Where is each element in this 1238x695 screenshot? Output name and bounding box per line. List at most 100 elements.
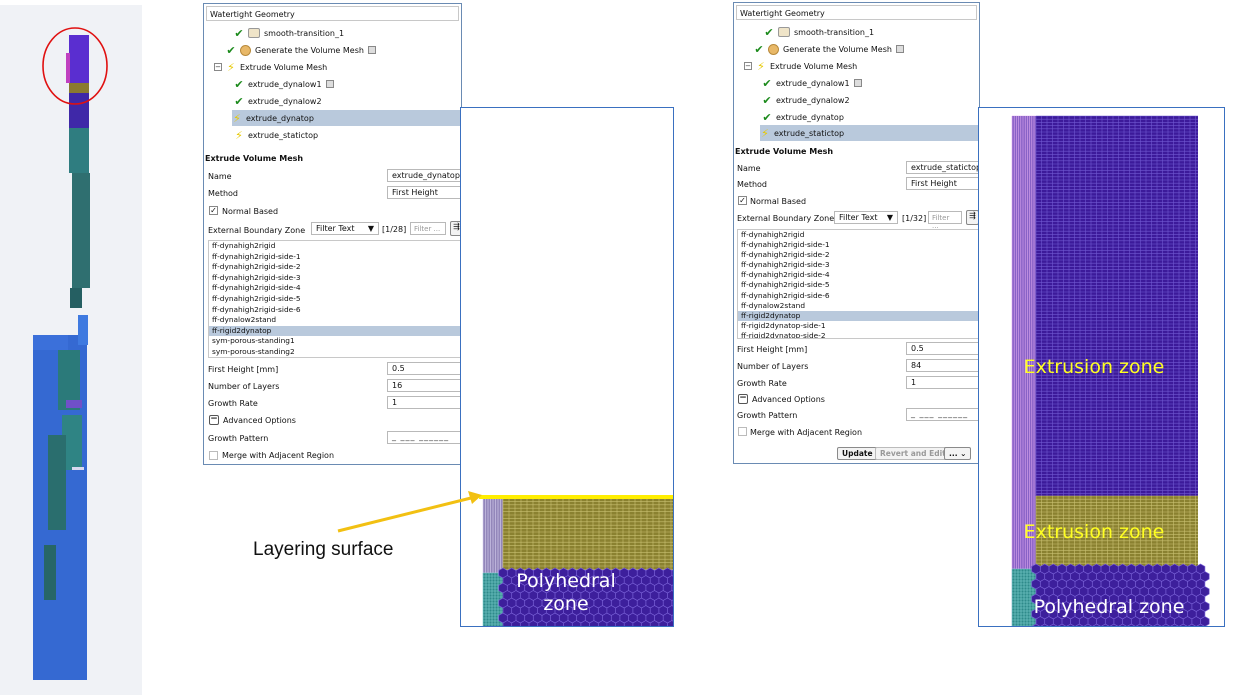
name-field[interactable]: extrude_dynatop <box>387 169 461 182</box>
tree-item-extrude-dynalow1[interactable]: ✔ extrude_dynalow1 <box>762 75 862 91</box>
list-item[interactable]: ff-dynalow2stand <box>738 301 979 311</box>
first-height-label: First Height [mm] <box>737 345 808 354</box>
lightning-icon: ⚡ <box>233 111 241 125</box>
check-icon: ✔ <box>234 77 244 91</box>
list-item[interactable]: ff-rigid2dynatop-side-2 <box>738 331 979 338</box>
save-icon <box>853 79 862 87</box>
check-icon: ✔ <box>762 93 772 107</box>
method-select[interactable]: First Height <box>906 177 979 190</box>
growth-pattern-field[interactable]: _ ___ ______ ___ <box>906 408 979 421</box>
tree-item-extrude-volume-mesh[interactable]: − ⚡ Extrude Volume Mesh <box>214 59 327 75</box>
zone-list[interactable]: ff-dynahigh2rigid ff-dynahigh2rigid-side… <box>737 229 979 339</box>
section-title: Extrude Volume Mesh <box>205 154 304 163</box>
workflow-title: Watertight Geometry <box>736 5 977 20</box>
advanced-options-label[interactable]: Advanced Options <box>752 395 825 404</box>
geometry-view <box>0 5 142 695</box>
update-button[interactable]: Update <box>837 447 878 460</box>
tree-item-extrude-dynalow2[interactable]: ✔ extrude_dynalow2 <box>234 93 321 109</box>
tree-item-extrude-dynatop[interactable]: ⚡ extrude_dynatop <box>232 110 461 126</box>
method-select[interactable]: First Height <box>387 186 461 199</box>
list-item[interactable]: ff-dynahigh2rigid <box>209 241 461 252</box>
first-height-field[interactable]: 0.5 <box>387 362 461 375</box>
list-item[interactable]: ff-dynahigh2rigid-side-4 <box>738 270 979 280</box>
list-item[interactable]: ff-dynahigh2rigid-side-4 <box>209 283 461 294</box>
name-label: Name <box>737 164 761 173</box>
collapse-advanced-icon[interactable]: − <box>209 415 219 425</box>
tree-item-generate-volume-mesh[interactable]: ✔ Generate the Volume Mesh <box>754 41 904 57</box>
list-item[interactable]: ff-dynahigh2rigid-side-1 <box>738 240 979 250</box>
list-item[interactable]: ff-dynahigh2rigid-side-2 <box>209 262 461 273</box>
name-label: Name <box>208 172 232 181</box>
list-item[interactable]: ff-rigid2dynatop-side-1 <box>738 321 979 331</box>
tree-item-label: extrude_statictop <box>248 130 319 140</box>
first-height-label: First Height [mm] <box>208 365 279 374</box>
filter-type-dropdown[interactable]: Filter Text ▼ <box>311 222 379 235</box>
workflow-title: Watertight Geometry <box>206 6 459 21</box>
normal-based-checkbox[interactable]: ✓ <box>738 196 747 205</box>
extrusion-zone-label-top: Extrusion zone <box>1023 356 1165 378</box>
volume-mesh-icon <box>240 44 251 56</box>
tree-item-extrude-dynatop[interactable]: ✔ extrude_dynatop <box>762 109 844 125</box>
name-field[interactable]: extrude_statictop <box>906 161 979 174</box>
tree-item-extrude-volume-mesh[interactable]: − ⚡ Extrude Volume Mesh <box>744 58 857 74</box>
zone-list[interactable]: ff-dynahigh2rigid ff-dynahigh2rigid-side… <box>208 240 461 358</box>
list-item-selected[interactable]: ff-rigid2dynatop <box>738 310 979 321</box>
save-icon <box>895 45 904 53</box>
growth-rate-field[interactable]: 1 <box>906 376 979 389</box>
list-item[interactable]: ff-dynahigh2rigid-side-2 <box>738 250 979 260</box>
collapse-icon[interactable]: − <box>214 63 222 71</box>
list-item[interactable]: sym-porous-standing2 <box>209 347 461 357</box>
merge-checkbox[interactable] <box>738 427 747 436</box>
tree-item-generate-volume-mesh[interactable]: ✔ Generate the Volume Mesh <box>226 42 376 58</box>
tree-item-extrude-dynalow2[interactable]: ✔ extrude_dynalow2 <box>762 92 849 108</box>
growth-pattern-label: Growth Pattern <box>737 411 798 420</box>
zone-filter-input[interactable]: Filter ... <box>410 222 446 235</box>
check-icon: ✔ <box>226 43 236 57</box>
layers-label: Number of Layers <box>208 382 280 391</box>
layering-surface-line <box>479 495 673 499</box>
growth-rate-field[interactable]: 1 <box>387 396 461 409</box>
mesh-view-left: Polyhedral zone <box>460 107 674 627</box>
list-item[interactable]: ff-dynahigh2rigid-side-3 <box>209 273 461 284</box>
first-height-field[interactable]: 0.5 <box>906 342 979 355</box>
list-item[interactable]: ff-dynalow2stand <box>209 315 461 326</box>
workflow-panel-left: Watertight Geometry ✔ smooth-transition_… <box>203 3 462 465</box>
list-item[interactable]: ff-dynahigh2rigid-side-5 <box>738 280 979 290</box>
lightning-icon: ⚡ <box>235 128 243 142</box>
polyhedral-zone-label: Polyhedral zone <box>1033 596 1185 618</box>
growth-rate-label: Growth Rate <box>208 399 258 408</box>
dropdown-arrow-icon: ▼ <box>886 213 893 222</box>
more-options-button[interactable]: ... ⌄ <box>944 447 972 460</box>
tree-item-extrude-statictop[interactable]: ⚡ extrude_statictop <box>234 127 318 143</box>
advanced-options-label[interactable]: Advanced Options <box>223 416 296 425</box>
growth-pattern-field[interactable]: _ ___ ______ ___ <box>387 431 461 444</box>
tree-item-extrude-dynalow1[interactable]: ✔ extrude_dynalow1 <box>234 76 334 92</box>
merge-checkbox[interactable] <box>209 451 218 460</box>
list-item-selected[interactable]: ff-rigid2dynatop <box>209 325 461 337</box>
list-item[interactable]: ff-dynahigh2rigid-side-1 <box>209 252 461 263</box>
layers-field[interactable]: 16 <box>387 379 461 392</box>
collapse-advanced-icon[interactable]: − <box>738 394 748 404</box>
section-title: Extrude Volume Mesh <box>735 147 834 156</box>
normal-based-checkbox[interactable]: ✓ <box>209 206 218 215</box>
filter-type-dropdown[interactable]: Filter Text ▼ <box>834 211 898 224</box>
list-item[interactable]: ff-dynahigh2rigid-side-6 <box>738 291 979 301</box>
list-item[interactable]: ff-dynahigh2rigid <box>738 230 979 240</box>
ext-zone-label: External Boundary Zone <box>737 214 835 223</box>
tree-item-smooth-transition[interactable]: ✔ smooth-transition_1 <box>764 24 874 40</box>
polyhedral-zone-label: Polyhedral zone <box>516 570 616 615</box>
method-label: Method <box>208 189 239 198</box>
list-item[interactable]: sym-porous-standing1 <box>209 336 461 347</box>
revert-and-edit-button[interactable]: Revert and Edit <box>875 447 951 460</box>
save-icon <box>325 80 334 88</box>
filter-type-value: Filter Text <box>839 213 878 222</box>
list-item[interactable]: ff-dynahigh2rigid-side-3 <box>738 260 979 270</box>
collapse-icon[interactable]: − <box>744 62 752 70</box>
layers-field[interactable]: 84 <box>906 359 979 372</box>
list-item[interactable]: ff-dynahigh2rigid-side-5 <box>209 294 461 305</box>
list-item[interactable]: ff-dynahigh2rigid-side-6 <box>209 305 461 316</box>
tree-item-extrude-statictop[interactable]: ⚡ extrude_statictop <box>760 125 979 141</box>
zone-filter-input[interactable]: Filter ... <box>928 211 962 230</box>
tree-item-smooth-transition[interactable]: ✔ smooth-transition_1 <box>234 25 344 41</box>
check-icon: ✔ <box>764 25 774 39</box>
